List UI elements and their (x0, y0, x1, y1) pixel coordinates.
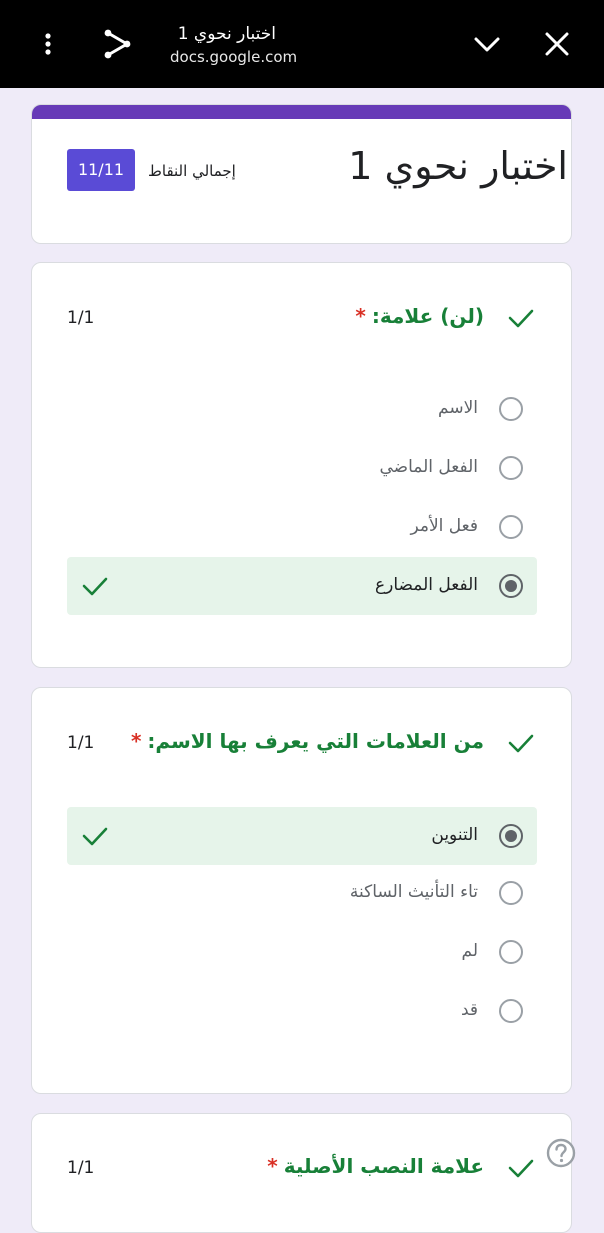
required-mark: * (267, 1154, 278, 1178)
help-icon[interactable] (545, 1137, 577, 1169)
radio-option[interactable] (499, 881, 523, 905)
option-label: الاسم (438, 398, 478, 418)
correct-check-icon (505, 1152, 537, 1184)
radio-option-selected[interactable] (499, 574, 523, 598)
question-score-2: 1/1 (67, 733, 95, 753)
browser-top-bar: اختبار نحوي 1 docs.google.com (0, 0, 604, 88)
option-label-selected: التنوين (431, 825, 478, 845)
page-title-text: اختبار نحوي 1 (177, 24, 276, 44)
correct-answer-check-icon (80, 571, 110, 601)
required-mark: * (355, 304, 366, 328)
option-label: لم (461, 941, 479, 961)
question-score-1: 1/1 (67, 308, 95, 328)
form-title: اختبار نحوي 1 (348, 144, 568, 188)
radio-option[interactable] (499, 940, 523, 964)
question-title-3: علامة النصب الأصلية* (267, 1154, 484, 1178)
correct-answer-check-icon (80, 821, 110, 851)
chevron-down-icon[interactable] (471, 28, 503, 60)
radio-option[interactable] (499, 456, 523, 480)
radio-option[interactable] (499, 999, 523, 1023)
more-vert-icon[interactable] (32, 28, 64, 60)
share-icon[interactable] (101, 28, 133, 60)
question-score-3: 1/1 (67, 1158, 95, 1178)
question-title-text: من العلامات التي يعرف بها الاسم: (147, 729, 484, 753)
radio-option-selected[interactable] (499, 824, 523, 848)
required-mark: * (130, 729, 142, 753)
page-url-text: docs.google.com (170, 48, 298, 66)
option-label: فعل الأمر (410, 516, 478, 536)
question-title-1: (لن) علامة:* (355, 304, 484, 328)
radio-option[interactable] (499, 515, 523, 539)
option-label: الفعل الماضي (379, 457, 479, 477)
question-title-2: من العلامات التي يعرف بها الاسم:* (131, 729, 484, 753)
total-points-badge: 11/11 (67, 149, 135, 191)
total-points-label: إجمالي النقاط (148, 162, 236, 180)
correct-check-icon (505, 727, 537, 759)
question-title-text: (لن) علامة: (371, 304, 484, 328)
question-title-text: علامة النصب الأصلية (283, 1154, 484, 1178)
option-label: تاء التأنيث الساكنة (349, 882, 478, 902)
option-label-selected: الفعل المضارع (375, 575, 478, 595)
radio-option[interactable] (499, 397, 523, 421)
correct-check-icon (505, 302, 537, 334)
form-accent-bar (32, 105, 571, 119)
close-icon[interactable] (541, 28, 573, 60)
option-label: قد (460, 1000, 478, 1020)
